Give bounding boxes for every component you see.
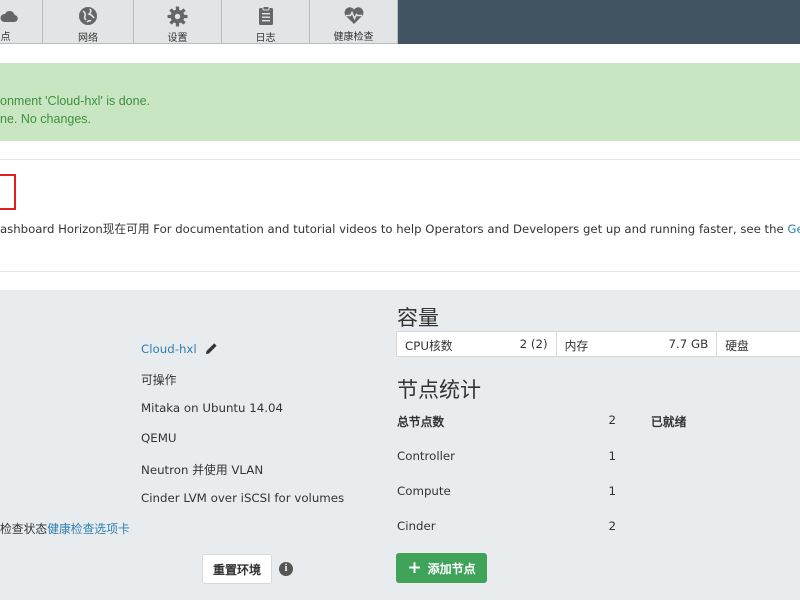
tab-label: 日志 — [255, 33, 276, 44]
disk-cell: 硬盘 — [717, 332, 800, 356]
total-nodes-value: 2 — [608, 413, 616, 427]
role-value-controller: 1 — [608, 449, 616, 463]
info-message: ashboard Horizon现在可用 For documentation a… — [0, 222, 788, 236]
role-label-controller: Controller — [397, 449, 456, 463]
role-label-cinder: Cinder — [397, 519, 436, 533]
heartbeat-icon — [343, 6, 365, 25]
plus-icon: + — [407, 557, 422, 578]
cpu-cell: CPU核数 2 (2) — [397, 332, 557, 356]
success-alert: onment 'Cloud-hxl' is done. ne. No chang… — [0, 63, 800, 141]
alert-line-1: onment 'Cloud-hxl' is done. — [0, 94, 150, 108]
memory-value: 7.7 GB — [668, 337, 709, 351]
info-icon[interactable]: i — [279, 562, 293, 576]
divider — [0, 271, 800, 272]
environment-status: 可操作 — [141, 373, 177, 387]
tab-network[interactable]: 网络 — [43, 0, 134, 44]
cloud-icon — [0, 6, 18, 25]
tab-nodes[interactable]: 点 — [0, 0, 43, 44]
health-check-status: 检查状态健康检查选项卡 — [0, 520, 130, 537]
tab-health-check[interactable]: 健康检查 — [310, 0, 398, 44]
tab-label: 设置 — [167, 33, 188, 44]
memory-label: 内存 — [564, 339, 589, 353]
environment-name[interactable]: Cloud-hxl — [141, 342, 218, 358]
ready-label: 已就绪 — [651, 415, 687, 429]
get-started-link[interactable]: Get — [787, 222, 800, 236]
role-value-compute: 1 — [608, 484, 616, 498]
tab-label: 网络 — [78, 33, 98, 44]
memory-cell: 内存 7.7 GB — [557, 332, 718, 356]
health-check-tab-link[interactable]: 健康检查选项卡 — [47, 522, 130, 536]
add-nodes-label: 添加节点 — [427, 561, 476, 576]
gear-icon — [167, 6, 188, 26]
globe-icon — [78, 6, 98, 26]
health-prefix: 检查状态 — [0, 522, 48, 536]
storage-backend: Cinder LVM over iSCSI for volumes — [141, 491, 345, 505]
hypervisor: QEMU — [141, 431, 177, 445]
nav-tabs: 点 网络 设置 日志 健康检查 — [0, 0, 398, 44]
tab-settings[interactable]: 设置 — [134, 0, 222, 44]
role-label-compute: Compute — [397, 484, 451, 498]
network-config: Neutron 并使用 VLAN — [141, 463, 264, 477]
node-stats-title: 节点统计 — [397, 378, 481, 402]
tab-label: 健康检查 — [333, 32, 374, 43]
pencil-icon[interactable] — [205, 342, 218, 358]
highlight-box — [0, 174, 16, 210]
capacity-title: 容量 — [397, 306, 439, 330]
divider — [0, 159, 800, 160]
clipboard-icon — [258, 6, 274, 26]
top-navbar: 点 网络 设置 日志 健康检查 — [0, 0, 800, 44]
total-nodes-label: 总节点数 — [397, 415, 445, 429]
cpu-value: 2 (2) — [519, 337, 548, 351]
environment-name-text: Cloud-hxl — [141, 342, 197, 356]
tab-logs[interactable]: 日志 — [222, 0, 310, 44]
alert-line-2: ne. No changes. — [0, 112, 92, 126]
disk-label: 硬盘 — [725, 339, 749, 353]
add-nodes-button[interactable]: + 添加节点 — [396, 553, 487, 583]
dashboard-info-text: ashboard Horizon现在可用 For documentation a… — [0, 220, 800, 237]
capacity-table: CPU核数 2 (2) 内存 7.7 GB 硬盘 — [396, 331, 800, 357]
tab-label: 点 — [0, 32, 11, 43]
openstack-release: Mitaka on Ubuntu 14.04 — [141, 401, 284, 415]
cpu-label: CPU核数 — [405, 339, 453, 353]
reset-environment-button[interactable]: 重置环境 — [202, 554, 272, 584]
role-value-cinder: 2 — [608, 519, 616, 533]
